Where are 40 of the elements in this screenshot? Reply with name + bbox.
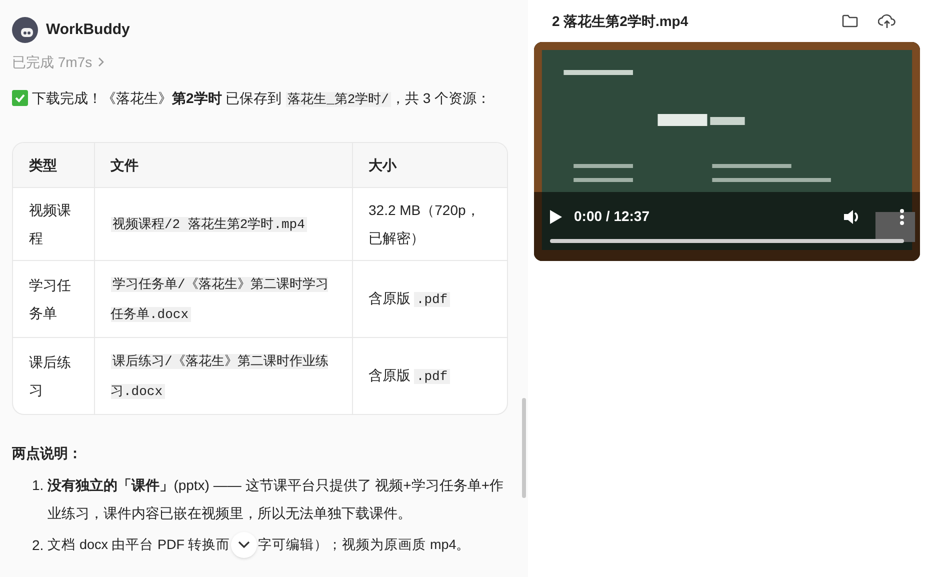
folder-button[interactable] <box>842 14 858 28</box>
chevron-right-icon <box>96 57 106 67</box>
table-cell: 视频课程 <box>13 188 94 260</box>
list-number: 1. <box>32 476 44 495</box>
folder-icon <box>842 14 858 28</box>
list-item-text: 字可编辑）；视频为原画质 mp4。 <box>258 536 470 554</box>
list-number: 2. <box>32 536 44 555</box>
play-button[interactable] <box>550 210 562 224</box>
notes-heading: 两点说明： <box>12 444 83 463</box>
table-cell: 含原版 .pdf <box>352 338 507 414</box>
file-title: 2 落花生第2学时.mp4 <box>552 12 690 31</box>
progress-track[interactable] <box>550 239 904 243</box>
avatar-icon <box>12 17 38 43</box>
column-header: 大小 <box>352 143 507 188</box>
list-item-text: 文档 docx 由平台 PDF 转换而 <box>48 536 230 554</box>
list-item-text: 没有独立的「课件」(pptx) —— 这节课平台只提供了 视频+学习任务单+作业练习，课件内容已嵌在视频里，所以无法单独下载课件。 <box>48 476 504 523</box>
upload-button[interactable] <box>878 13 896 29</box>
cloud-upload-icon <box>878 13 896 29</box>
video-player[interactable]: 0:00 / 12:37 <box>534 42 920 261</box>
more-vertical-icon <box>900 208 904 224</box>
column-header: 类型 <box>13 143 94 188</box>
app-name: WorkBuddy <box>46 20 130 40</box>
table-cell: 学习任务单 <box>13 260 94 338</box>
play-icon <box>550 210 562 224</box>
table-cell: 课后练习 <box>13 338 94 414</box>
playback-time: 0:00 / 12:37 <box>574 207 650 226</box>
scrollbar-thumb[interactable] <box>522 398 526 498</box>
table-cell: 含原版 .pdf <box>352 260 507 338</box>
checkmark-icon <box>12 90 28 106</box>
volume-icon <box>844 210 860 224</box>
volume-button[interactable] <box>844 210 860 224</box>
more-options-button[interactable] <box>900 208 904 224</box>
chevron-down-icon <box>238 541 250 549</box>
column-header: 文件 <box>94 143 352 188</box>
status-message: 下载完成！《落花生》第2学时 已保存到 落花生_第2学时/，共 3 个资源： <box>32 89 491 109</box>
table-cell: 学习任务单/《落花生》第二课时学习任务单.docx <box>94 260 352 338</box>
table-cell: 32.2 MB（720p，已解密） <box>352 188 507 260</box>
table-cell: 视频课程/2 落花生第2学时.mp4 <box>94 188 352 260</box>
scroll-down-button[interactable] <box>231 532 258 558</box>
table-cell: 课后练习/《落花生》第二课时作业练习.docx <box>94 338 352 414</box>
